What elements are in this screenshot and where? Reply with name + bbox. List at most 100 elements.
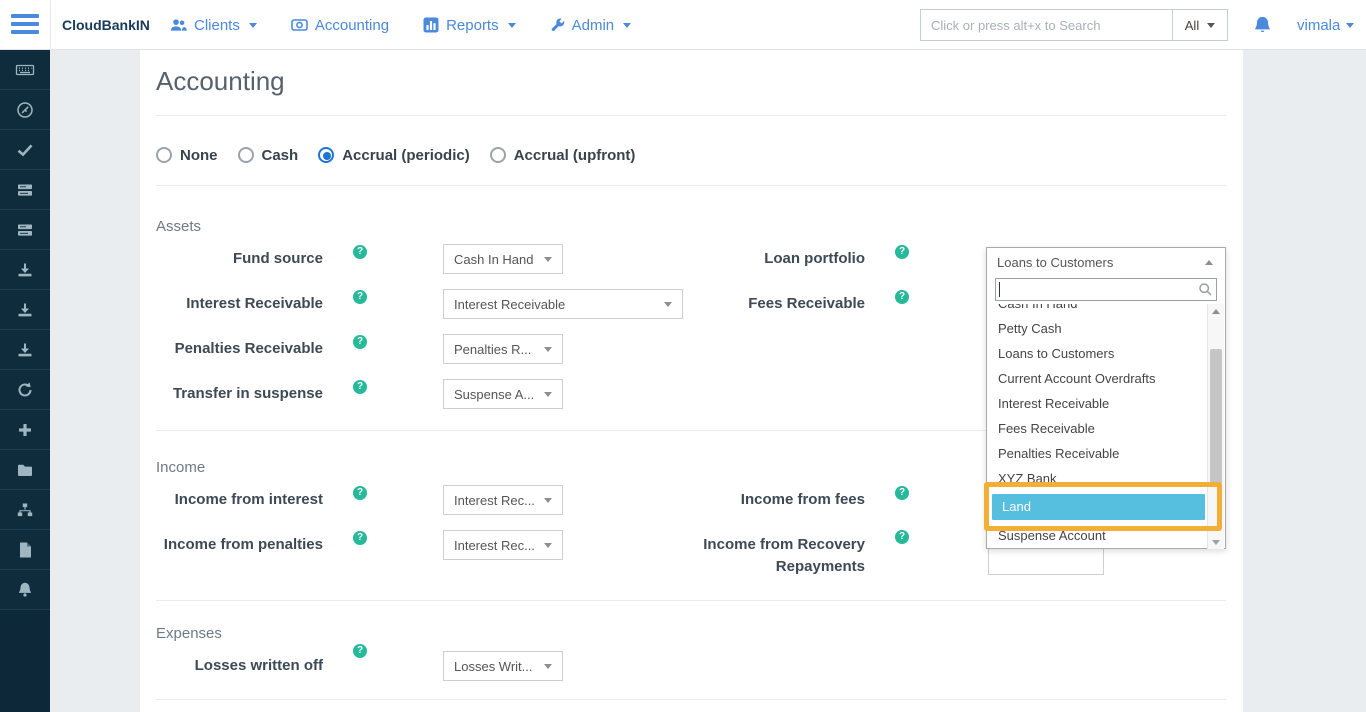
losses-written-off-select[interactable]: Losses Writ... xyxy=(443,651,563,681)
help-icon[interactable] xyxy=(895,245,909,259)
interest-receivable-select[interactable]: Interest Receivable xyxy=(443,289,683,319)
income-from-fees-label: Income from fees xyxy=(688,485,865,515)
nav-reports[interactable]: Reports xyxy=(423,17,516,34)
username: vimala xyxy=(1297,17,1340,34)
penalties-receivable-value: Penalties R... xyxy=(454,342,536,357)
radio-cash-label: Cash xyxy=(262,147,299,164)
wrench-icon xyxy=(550,18,565,33)
sidebar-item-batch-jobs[interactable] xyxy=(0,170,50,210)
keyboard-icon xyxy=(15,61,35,79)
sidebar-item-dashboard[interactable] xyxy=(0,90,50,130)
transfer-in-suspense-label: Transfer in suspense xyxy=(156,379,323,409)
dropdown-option[interactable]: Loans to Customers xyxy=(988,341,1206,366)
header-divider xyxy=(50,0,51,50)
search-scope-select[interactable]: All xyxy=(1172,9,1228,41)
loan-portfolio-select[interactable]: Loans to Customers xyxy=(987,248,1225,276)
income-from-penalties-select[interactable]: Interest Rec... xyxy=(443,530,563,560)
nav-clients[interactable]: Clients xyxy=(170,17,257,34)
plus-icon xyxy=(17,422,33,438)
sidebar-item-files[interactable] xyxy=(0,450,50,490)
help-icon[interactable] xyxy=(353,644,367,658)
scrollbar-thumb[interactable] xyxy=(1210,349,1222,484)
penalties-receivable-label: Penalties Receivable xyxy=(156,334,323,364)
sidebar-item-import-2[interactable] xyxy=(0,290,50,330)
help-icon[interactable] xyxy=(353,380,367,394)
nav-accounting-label: Accounting xyxy=(315,17,389,34)
dropdown-scrollbar[interactable] xyxy=(1207,304,1224,549)
income-from-recovery-select[interactable] xyxy=(988,545,1104,575)
check-icon xyxy=(16,141,34,159)
divider xyxy=(156,115,1226,116)
help-icon[interactable] xyxy=(353,245,367,259)
radio-none[interactable]: None xyxy=(156,147,218,164)
sidebar-item-add[interactable] xyxy=(0,410,50,450)
dropdown-option[interactable]: Penalties Receivable xyxy=(988,441,1206,466)
sidebar-item-approvals[interactable] xyxy=(0,130,50,170)
fees-receivable-label: Fees Receivable xyxy=(688,289,865,319)
interest-receivable-value: Interest Receivable xyxy=(454,297,656,312)
server-list-icon xyxy=(16,181,34,199)
divider xyxy=(156,699,1226,700)
sidebar-item-import-3[interactable] xyxy=(0,330,50,370)
dropdown-option[interactable]: Suspense Account xyxy=(988,523,1206,548)
losses-written-off-label: Losses written off xyxy=(156,651,323,681)
radio-accrual-periodic[interactable]: Accrual (periodic) xyxy=(318,147,470,164)
dropdown-option-list: Cash In Hand Petty Cash Loans to Custome… xyxy=(988,304,1206,549)
scroll-down-icon[interactable] xyxy=(1208,535,1224,549)
users-icon xyxy=(170,17,187,33)
dropdown-option-highlighted[interactable]: Land xyxy=(992,494,1205,520)
help-icon[interactable] xyxy=(353,335,367,349)
chevron-down-icon xyxy=(544,664,552,669)
notifications-button[interactable] xyxy=(1252,15,1274,37)
sidebar-item-notifications[interactable] xyxy=(0,570,50,610)
radio-accrual-upfront[interactable]: Accrual (upfront) xyxy=(490,147,636,164)
transfer-in-suspense-select[interactable]: Suspense A... xyxy=(443,379,563,409)
file-icon xyxy=(17,541,33,559)
chevron-down-icon xyxy=(1207,23,1215,28)
dropdown-search-input[interactable] xyxy=(995,278,1217,301)
sidebar-item-refresh[interactable] xyxy=(0,370,50,410)
global-search-input[interactable] xyxy=(920,9,1173,41)
dropdown-option[interactable]: Interest Receivable xyxy=(988,391,1206,416)
divider xyxy=(156,600,1226,601)
dropdown-option[interactable]: Current Account Overdrafts xyxy=(988,366,1206,391)
sidebar-item-document[interactable] xyxy=(0,530,50,570)
nav-accounting[interactable]: Accounting xyxy=(291,17,389,34)
help-icon[interactable] xyxy=(353,531,367,545)
radio-cash[interactable]: Cash xyxy=(238,147,299,164)
income-from-interest-select[interactable]: Interest Rec... xyxy=(443,485,563,515)
user-menu[interactable]: vimala xyxy=(1297,0,1354,50)
help-icon[interactable] xyxy=(353,486,367,500)
menu-toggle-icon[interactable] xyxy=(11,14,41,36)
dropdown-option[interactable]: Fees Receivable xyxy=(988,416,1206,441)
radio-circle xyxy=(156,147,172,163)
radio-circle xyxy=(490,147,506,163)
bar-chart-icon xyxy=(423,17,439,33)
search-scope-value: All xyxy=(1185,18,1199,33)
sitemap-icon xyxy=(16,501,34,519)
dropdown-option[interactable]: XYZ Bank xyxy=(988,466,1206,491)
sidebar-item-batch-jobs-2[interactable] xyxy=(0,210,50,250)
nav-admin[interactable]: Admin xyxy=(550,17,632,34)
dropdown-option[interactable]: Cash In Hand xyxy=(988,304,1206,316)
penalties-receivable-select[interactable]: Penalties R... xyxy=(443,334,563,364)
sidebar-item-import[interactable] xyxy=(0,250,50,290)
sidebar-item-keyboard[interactable] xyxy=(0,50,50,90)
scroll-up-icon[interactable] xyxy=(1208,304,1224,318)
dropdown-option[interactable]: Petty Cash xyxy=(988,316,1206,341)
banknote-icon xyxy=(291,17,308,33)
help-icon[interactable] xyxy=(895,486,909,500)
help-icon[interactable] xyxy=(353,290,367,304)
nav-reports-label: Reports xyxy=(446,17,499,34)
screen: CloudBankIN Clients Accounting Reports A… xyxy=(0,0,1366,712)
compass-icon xyxy=(16,101,34,119)
chevron-down-icon xyxy=(544,543,552,548)
losses-written-off-value: Losses Writ... xyxy=(454,659,536,674)
help-icon[interactable] xyxy=(895,530,909,544)
help-icon[interactable] xyxy=(895,290,909,304)
fund-source-select[interactable]: Cash In Hand xyxy=(443,244,563,274)
income-from-recovery-label: Income from Recovery Repayments xyxy=(688,534,865,578)
radio-circle xyxy=(238,147,254,163)
sidebar-item-hierarchy[interactable] xyxy=(0,490,50,530)
chevron-down-icon xyxy=(544,392,552,397)
